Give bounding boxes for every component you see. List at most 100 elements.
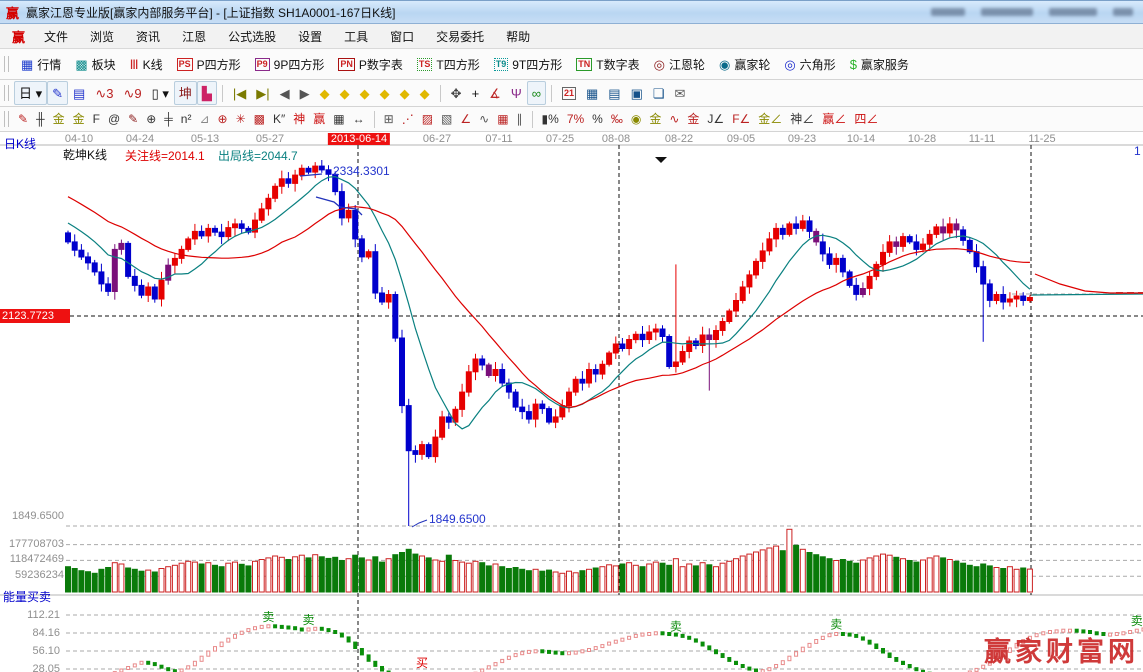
red-grid-tool[interactable]: ▦: [493, 107, 512, 131]
menu-item-交易委托[interactable]: 交易委托: [425, 28, 495, 45]
gann-arrow-right-icon[interactable]: ◆: [335, 81, 355, 105]
square-web-tool[interactable]: ▩: [250, 107, 269, 131]
spiral-tool[interactable]: @: [104, 107, 124, 131]
kline-chart-canvas[interactable]: 卖卖卖卖卖买: [0, 132, 1143, 672]
ray-fan-tool[interactable]: ⋰: [398, 107, 418, 131]
gold-red-tool[interactable]: 金: [683, 107, 703, 131]
gold-lines-tool[interactable]: 金: [645, 107, 665, 131]
sector-button[interactable]: ▩板块: [68, 52, 122, 76]
menu-item-设置[interactable]: 设置: [287, 28, 333, 45]
ray-box-tool[interactable]: ▨: [418, 107, 437, 131]
gann-wheel-button[interactable]: ◎江恩轮: [647, 52, 712, 76]
hexagon-button[interactable]: ◎六角形: [777, 52, 842, 76]
frame-tool[interactable]: ⊞: [380, 107, 398, 131]
shen-tool[interactable]: 神: [289, 107, 309, 131]
color-chart-icon[interactable]: ▙: [197, 81, 217, 105]
print-icon[interactable]: ✉: [670, 81, 691, 105]
gann-all-dir-icon[interactable]: ◆: [415, 81, 435, 105]
menu-item-公式选股[interactable]: 公式选股: [217, 28, 287, 45]
calculator-icon[interactable]: ▦: [581, 81, 603, 105]
gold-circle-tool[interactable]: ◉: [627, 107, 645, 131]
candle-style-dropdown[interactable]: ▯ ▾: [147, 81, 174, 105]
trend-angle-tool[interactable]: ∠: [456, 107, 475, 131]
wave3-icon[interactable]: ∿3: [90, 81, 118, 105]
p-number-button[interactable]: PNP数字表: [331, 52, 410, 76]
menu-item-工具[interactable]: 工具: [333, 28, 379, 45]
shen-angle-tool[interactable]: 神∠: [786, 107, 818, 131]
toolbar-grip[interactable]: [4, 111, 9, 127]
target-tool[interactable]: ⊕: [214, 107, 232, 131]
menu-item-文件[interactable]: 文件: [33, 28, 79, 45]
gold-channel-tool[interactable]: 金: [69, 107, 89, 131]
t-square-button[interactable]: TST四方形: [410, 52, 487, 76]
winner-wheel-button[interactable]: ◉赢家轮: [712, 52, 777, 76]
export-icon[interactable]: ❏: [648, 81, 670, 105]
angle-measure-tool[interactable]: ∡: [484, 81, 506, 105]
radial-web-tool[interactable]: ✳: [232, 107, 250, 131]
gold-split-tool[interactable]: 金: [49, 107, 69, 131]
gann-h-expand-icon[interactable]: ◆: [355, 81, 375, 105]
grid-ruler-tool[interactable]: ▦: [329, 107, 348, 131]
draw-curve-tool[interactable]: ✎: [47, 81, 68, 105]
menu-item-窗口[interactable]: 窗口: [379, 28, 425, 45]
chart-area[interactable]: 卖卖卖卖卖买 04-1004-2405-1305-272013-06-1406-…: [0, 132, 1143, 672]
k-seg-tool[interactable]: K″: [269, 107, 289, 131]
circle-division-tool[interactable]: ⊕: [142, 107, 160, 131]
quote-button[interactable]: ▦行情: [14, 52, 68, 76]
browse-icon[interactable]: ∞: [527, 81, 546, 105]
title-bar[interactable]: 赢 赢家江恩专业版[赢家内部服务平台] - [上证指数 SH1A0001-167…: [0, 1, 1143, 24]
t-number-button[interactable]: TNT数字表: [569, 52, 646, 76]
gann-v-expand-icon[interactable]: ◆: [395, 81, 415, 105]
gold-angle-tool[interactable]: 金∠: [754, 107, 786, 131]
fibo-tool[interactable]: F: [89, 107, 104, 131]
si-angle-tool[interactable]: 四∠: [850, 107, 882, 131]
gann-arrow-left-icon[interactable]: ◆: [315, 81, 335, 105]
pct-lines-tool[interactable]: ‰: [607, 107, 627, 131]
period-day-dropdown[interactable]: 日 ▾: [14, 81, 47, 105]
menu-item-浏览[interactable]: 浏览: [79, 28, 125, 45]
prev-icon[interactable]: ◀: [275, 81, 295, 105]
wave9-icon[interactable]: ∿9: [118, 81, 146, 105]
n2-tool[interactable]: n²: [177, 107, 196, 131]
calendar-icon[interactable]: 21: [557, 81, 581, 105]
p-square-button[interactable]: PSP四方形: [170, 52, 248, 76]
kline-button[interactable]: ⅢK线: [123, 52, 170, 76]
ying-tool[interactable]: 赢: [309, 107, 329, 131]
pan-hand-tool[interactable]: ✥: [446, 81, 467, 105]
menu-item-帮助[interactable]: 帮助: [495, 28, 541, 45]
memo-icon[interactable]: ▤: [603, 81, 625, 105]
last-page-icon[interactable]: ▶|: [251, 81, 274, 105]
winner-service-button[interactable]: $赢家服务: [843, 52, 916, 76]
p9-square-button[interactable]: P99P四方形: [248, 52, 332, 76]
kun-icon[interactable]: 坤: [174, 81, 197, 105]
pct-tool[interactable]: %: [588, 107, 607, 131]
menu-item-资讯[interactable]: 资讯: [125, 28, 171, 45]
toolbar-grip[interactable]: [4, 56, 9, 72]
save-icon[interactable]: ▣: [626, 81, 648, 105]
bars-pct-tool[interactable]: ▮%: [538, 107, 563, 131]
parallel-lines-tool[interactable]: ∥: [513, 107, 527, 131]
h-measure-tool[interactable]: ↔: [349, 107, 369, 131]
f-angle-tool[interactable]: F∠: [728, 107, 754, 131]
j-angle-tool[interactable]: J∠: [703, 107, 728, 131]
notes-icon[interactable]: ▤: [68, 81, 90, 105]
first-page-icon[interactable]: |◀: [228, 81, 251, 105]
zigzag-tool[interactable]: ∿: [475, 107, 493, 131]
pct7-tool-icon: 7%: [567, 113, 584, 126]
t9-square-button[interactable]: T99T四方形: [487, 52, 570, 76]
hatch-tool[interactable]: ╫: [32, 107, 49, 131]
next-icon[interactable]: ▶: [295, 81, 315, 105]
ying-angle-tool[interactable]: 赢∠: [818, 107, 850, 131]
toolbar-grip[interactable]: [4, 85, 9, 101]
pct7-tool[interactable]: 7%: [563, 107, 588, 131]
marker-pen-tool[interactable]: ✎: [124, 107, 142, 131]
ruler-hash-tool[interactable]: ╪: [160, 107, 177, 131]
crosshair-tool[interactable]: +: [467, 81, 485, 105]
menu-item-江恩[interactable]: 江恩: [171, 28, 217, 45]
gann-fan-tool[interactable]: Ψ: [506, 81, 527, 105]
wave-range-tool[interactable]: ∿: [665, 107, 683, 131]
web-box-tool[interactable]: ▧: [437, 107, 456, 131]
gann-h-contract-icon[interactable]: ◆: [375, 81, 395, 105]
brush-tool[interactable]: ✎: [14, 107, 32, 131]
flag-tool[interactable]: ⊿: [195, 107, 213, 131]
